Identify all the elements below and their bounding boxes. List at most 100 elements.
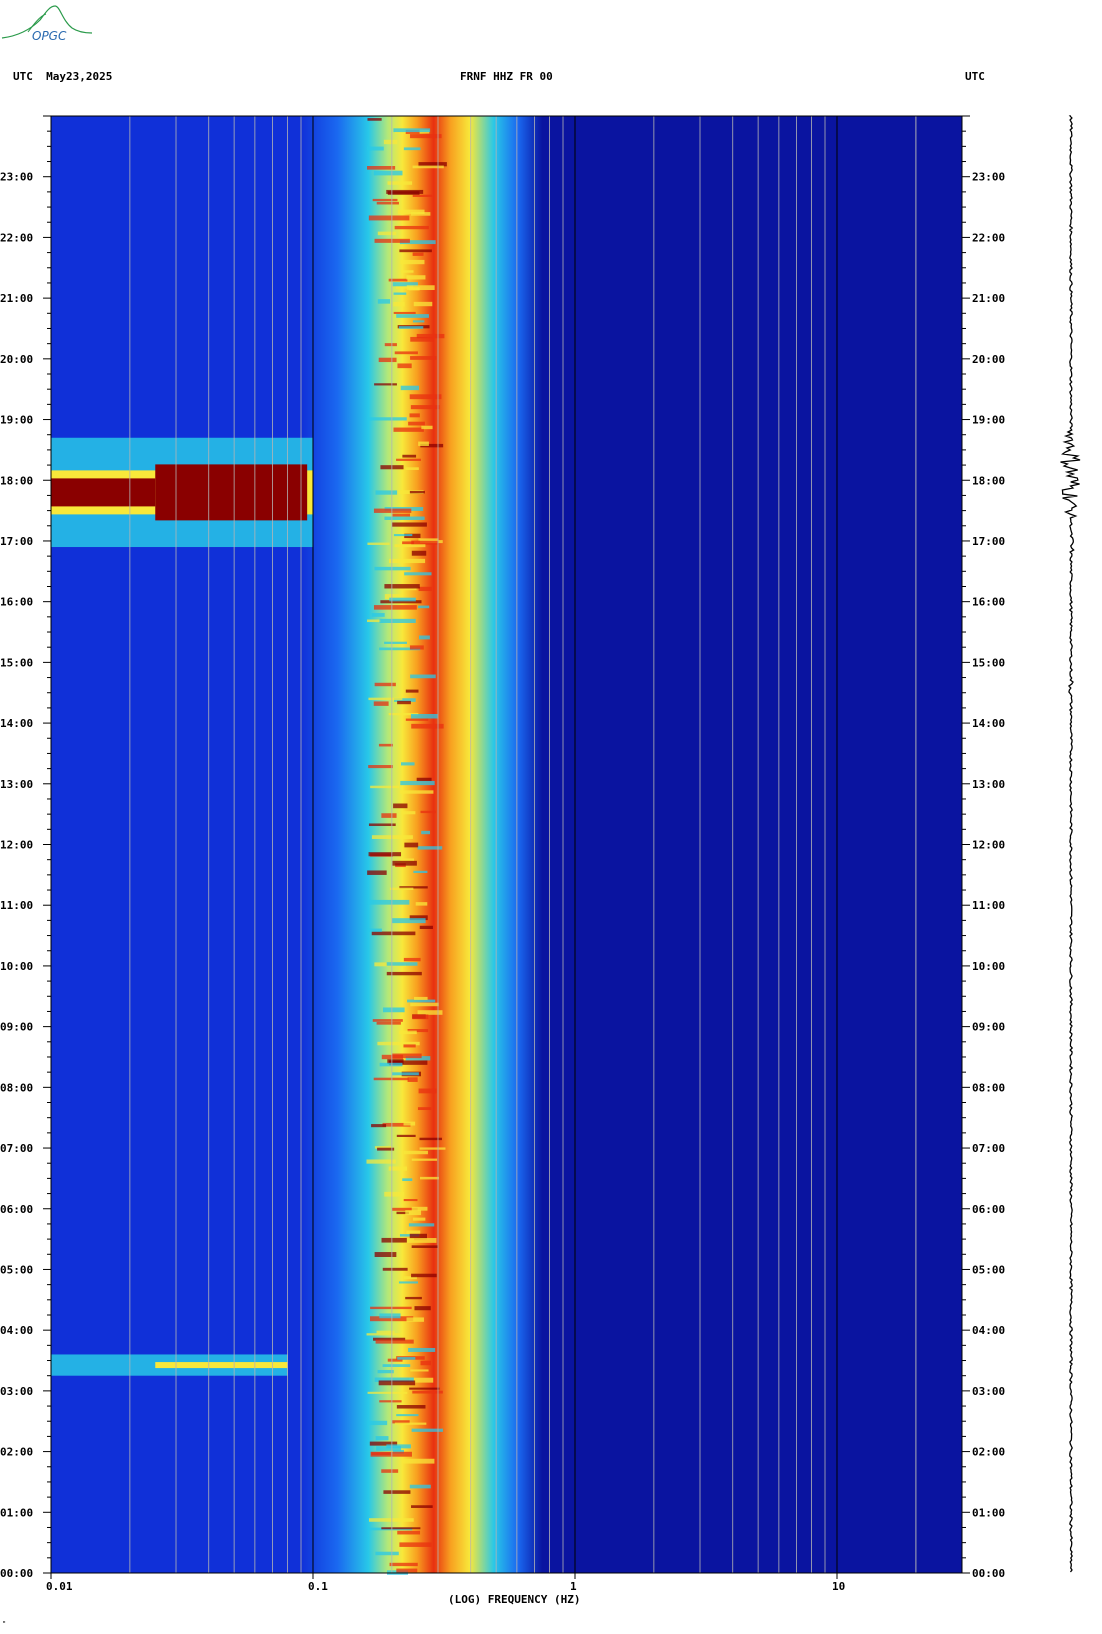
streak xyxy=(377,1369,394,1374)
streak xyxy=(391,522,427,527)
y-tick-label: 20:00 xyxy=(0,353,33,366)
streak xyxy=(383,1490,411,1494)
streak xyxy=(394,544,426,548)
streak xyxy=(400,780,435,786)
y-tick-label: 09:00 xyxy=(0,1021,33,1034)
streak xyxy=(381,1237,407,1243)
streak xyxy=(389,1562,418,1567)
streak xyxy=(415,902,428,906)
y-tick-label: 15:00 xyxy=(0,656,33,669)
streak xyxy=(376,1021,401,1025)
streak xyxy=(381,1527,421,1530)
streak xyxy=(418,538,439,541)
streak xyxy=(403,147,421,151)
y-tick-label: 08:00 xyxy=(972,1081,1005,1094)
streak xyxy=(410,134,442,139)
y-tick-label: 12:00 xyxy=(0,839,33,852)
y-tick-label: 11:00 xyxy=(972,899,1005,912)
streak xyxy=(372,198,398,202)
streak xyxy=(379,1400,402,1403)
streak xyxy=(368,765,393,769)
streak xyxy=(393,311,416,314)
streak xyxy=(411,1273,437,1278)
y-axis-right: 00:00 01:00 02:00 03:00 04:00 05:00 06:00 07:00… xyxy=(962,115,1005,1580)
streak xyxy=(394,1422,427,1425)
streak xyxy=(408,1223,435,1227)
streak xyxy=(392,513,411,517)
x-axis: 0.01 0.1 1 10 xyxy=(46,1573,845,1593)
y-tick-label: 20:00 xyxy=(972,353,1005,366)
streak xyxy=(396,458,421,461)
x-axis-label: (LOG) FREQUENCY (HZ) xyxy=(448,1593,580,1606)
streak xyxy=(410,674,436,679)
streak xyxy=(389,597,416,602)
streak xyxy=(379,618,416,623)
streak xyxy=(419,635,430,640)
streak xyxy=(406,1317,424,1322)
streak xyxy=(366,146,384,151)
streak xyxy=(372,1019,403,1022)
streak xyxy=(398,209,425,214)
streak xyxy=(377,231,397,236)
y-tick-label: 21:00 xyxy=(0,292,33,305)
streak xyxy=(367,928,382,932)
streak xyxy=(367,870,387,875)
spectrogram-chart: 00:00 01:00 02:00 03:00 04:00 05:00 06:00 07:00… xyxy=(0,115,1081,1606)
streak xyxy=(412,252,424,256)
y-tick-label: 02:00 xyxy=(972,1446,1005,1459)
streak xyxy=(399,1542,432,1547)
streak xyxy=(417,846,443,850)
y-tick-label: 02:00 xyxy=(0,1446,33,1459)
y-tick-label: 01:00 xyxy=(0,1506,33,1519)
streak xyxy=(404,572,432,576)
streak xyxy=(412,1217,426,1221)
streak xyxy=(412,320,425,323)
streak xyxy=(400,858,415,862)
streak xyxy=(402,1458,435,1464)
y-tick-label: 15:00 xyxy=(972,656,1005,669)
streak xyxy=(384,1191,405,1197)
streak xyxy=(374,1252,397,1257)
streak xyxy=(367,542,390,545)
streak xyxy=(414,1306,431,1311)
streak xyxy=(393,427,424,432)
footer-mark: " xyxy=(2,1620,7,1628)
streak xyxy=(400,762,415,766)
streak xyxy=(370,1451,412,1457)
streak xyxy=(393,301,405,307)
streak xyxy=(413,870,428,874)
y-tick-label: 06:00 xyxy=(972,1203,1005,1216)
streak xyxy=(396,1568,418,1573)
streak xyxy=(394,225,429,230)
streak xyxy=(375,490,398,495)
streak xyxy=(410,1369,429,1372)
streak xyxy=(403,1199,418,1202)
streak xyxy=(419,1137,442,1141)
y-tick-label: 23:00 xyxy=(0,171,33,184)
streak xyxy=(409,413,420,418)
streak xyxy=(375,1436,389,1441)
streak xyxy=(402,1178,413,1182)
seismogram-trace xyxy=(1060,115,1081,1573)
streak xyxy=(384,343,397,347)
streak xyxy=(408,421,425,426)
streak xyxy=(371,931,416,936)
streak xyxy=(411,1206,428,1211)
streak xyxy=(392,860,417,866)
streak xyxy=(402,454,417,458)
streak xyxy=(388,1166,407,1171)
streak xyxy=(378,743,393,747)
streak xyxy=(405,467,419,470)
streak xyxy=(405,1296,422,1300)
y-tick-label: 09:00 xyxy=(972,1021,1005,1034)
y-tick-label: 04:00 xyxy=(0,1324,33,1337)
streak xyxy=(412,194,433,197)
streak xyxy=(400,385,420,391)
streak xyxy=(373,701,389,706)
y-tick-label: 06:00 xyxy=(0,1203,33,1216)
streak xyxy=(403,1150,428,1155)
streak xyxy=(388,558,426,564)
streak xyxy=(370,785,400,789)
streak xyxy=(392,1053,422,1059)
streak xyxy=(409,394,442,400)
